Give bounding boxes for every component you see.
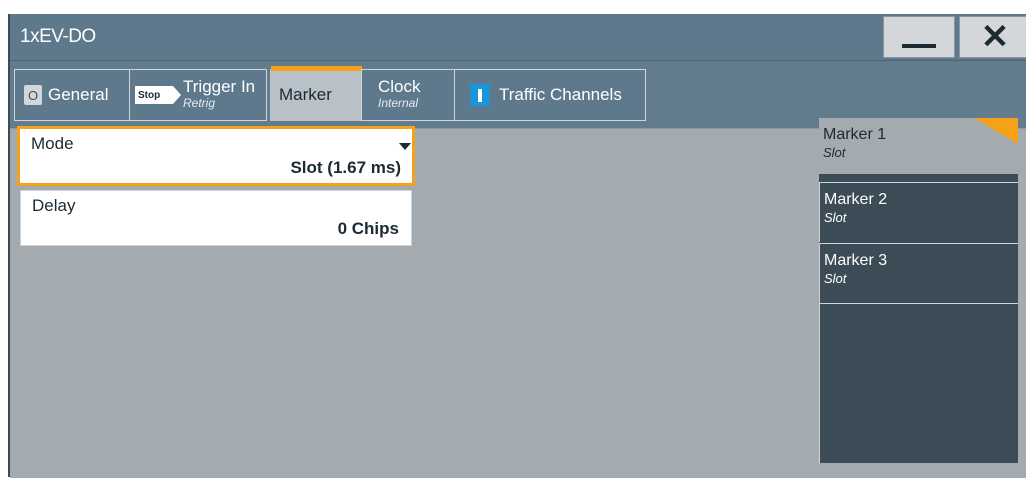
- mode-select[interactable]: Mode Slot (1.67 ms): [17, 126, 415, 186]
- dropdown-arrow-icon: [399, 143, 411, 150]
- tab-general[interactable]: O General: [14, 69, 131, 121]
- general-status-icon: O: [24, 85, 42, 105]
- marker-1-sub: Slot: [823, 145, 846, 160]
- delay-value: 0 Chips: [337, 219, 399, 238]
- delay-label: Delay: [32, 196, 76, 215]
- selected-corner-icon: [974, 118, 1018, 144]
- side-panel-empty: [819, 304, 1018, 463]
- mode-value: Slot (1.67 ms): [290, 158, 401, 177]
- channel-indicator-icon: [470, 84, 490, 106]
- tab-traffic-channels-label: Traffic Channels: [499, 85, 622, 104]
- marker-3-name: Marker 3: [824, 252, 888, 269]
- active-tab-indicator: [271, 66, 362, 71]
- marker-2-item[interactable]: Marker 2 Slot: [819, 182, 1018, 242]
- tab-clock[interactable]: Clock Internal: [361, 69, 455, 121]
- tab-trigger-in[interactable]: Stop Trigger In Retrig: [129, 69, 267, 121]
- minimize-button[interactable]: [883, 16, 955, 58]
- tab-trigger-in-sub: Retrig: [183, 96, 216, 110]
- tab-general-label: General: [48, 85, 109, 104]
- title-bar: 1xEV-DO ✕: [10, 14, 1026, 60]
- marker-3-item[interactable]: Marker 3 Slot: [819, 243, 1018, 304]
- stop-icon: Stop: [135, 86, 181, 104]
- tab-clock-sub: Internal: [378, 96, 419, 110]
- marker-2-sub: Slot: [824, 210, 847, 225]
- minimize-icon: [902, 44, 936, 48]
- mode-label: Mode: [31, 134, 74, 153]
- close-icon: ✕: [980, 18, 1010, 56]
- tab-traffic-channels[interactable]: Traffic Channels: [454, 69, 646, 121]
- delay-field[interactable]: Delay 0 Chips: [20, 190, 412, 246]
- tab-trigger-in-label: Trigger In: [183, 77, 256, 96]
- marker-1-item[interactable]: Marker 1 Slot: [819, 118, 1018, 174]
- marker-3-sub: Slot: [824, 271, 847, 286]
- tab-marker[interactable]: Marker: [270, 66, 362, 121]
- marker-side-panel: Marker 1 Slot Marker 2 Slot Marker 3 Slo…: [819, 118, 1018, 463]
- tab-marker-label: Marker: [279, 85, 332, 104]
- window-title: 1xEV-DO: [20, 26, 96, 47]
- tab-clock-label: Clock: [378, 77, 421, 96]
- close-button[interactable]: ✕: [959, 16, 1026, 58]
- marker-2-name: Marker 2: [824, 191, 888, 208]
